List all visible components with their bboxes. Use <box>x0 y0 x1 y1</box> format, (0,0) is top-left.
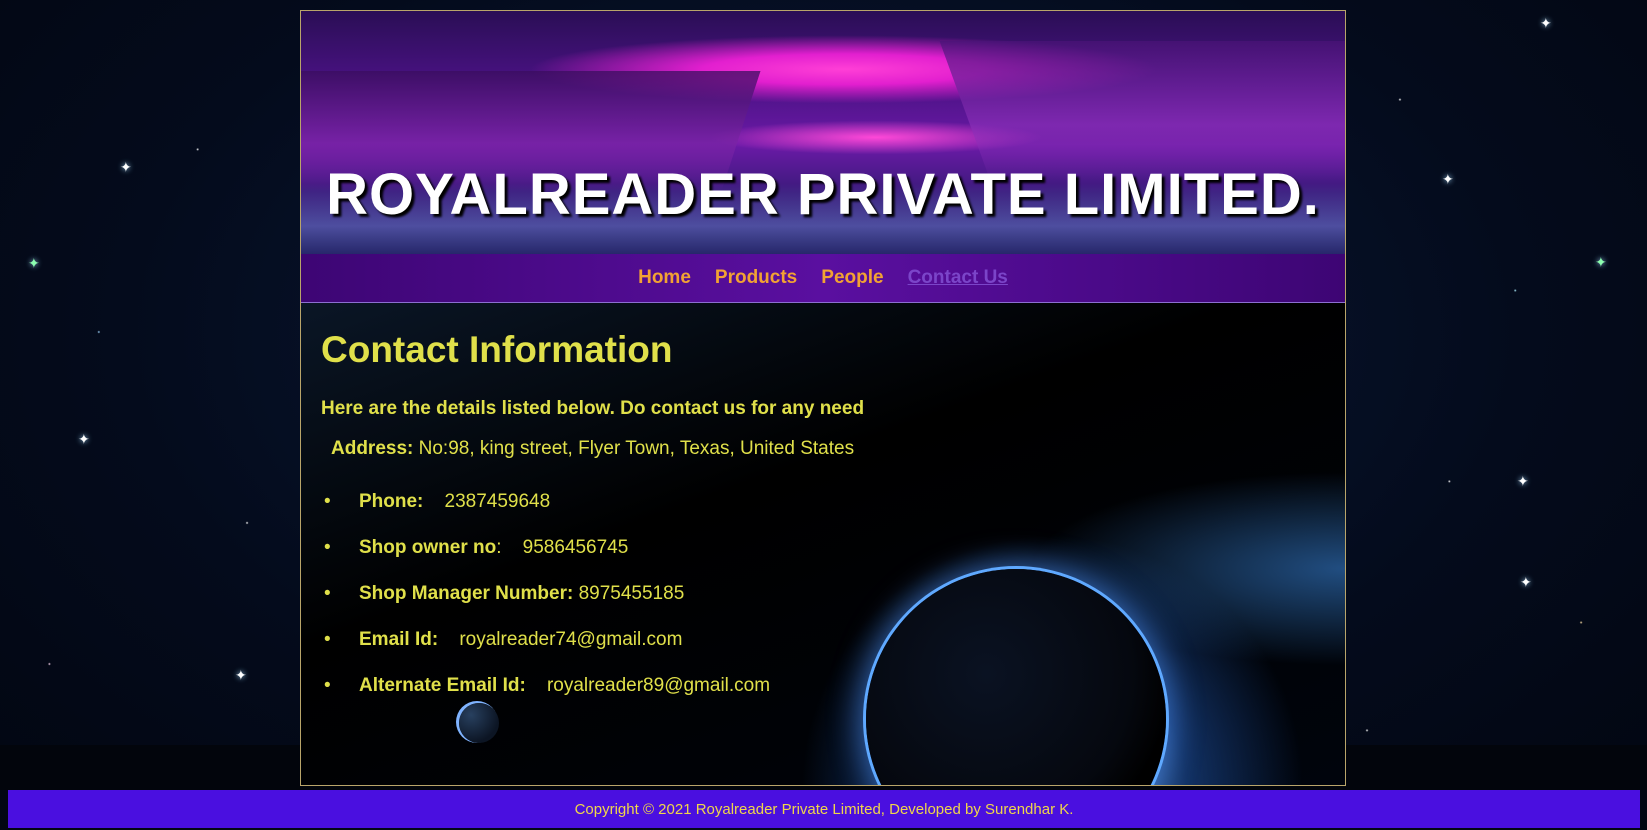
detail-label: Shop Manager Number: <box>359 583 574 604</box>
contact-details-list: • Phone: 2387459648 • Shop owner no: 958… <box>321 490 1325 720</box>
list-item: • Phone: 2387459648 <box>321 490 1325 536</box>
intro-text: Here are the details listed below. Do co… <box>321 398 865 419</box>
nav-products-link[interactable]: Products <box>715 267 797 289</box>
page-footer: Copyright © 2021 Royalreader Private Lim… <box>8 790 1640 828</box>
banner-cliff <box>939 41 1345 181</box>
sparkle-icon: ✦ <box>28 255 40 271</box>
manager-phone-value: 8975455185 <box>578 583 685 604</box>
address-line: Address: No:98, king street, Flyer Town,… <box>331 438 1325 460</box>
page-container: ROYALREADER PRIVATE LIMITED. Home Produc… <box>300 10 1346 786</box>
page-title: Contact Information <box>321 329 673 370</box>
bullet: • <box>324 491 331 512</box>
main-nav: Home Products People Contact Us <box>301 254 1345 303</box>
bullet: • <box>324 583 331 604</box>
sparkle-icon: ✦ <box>1517 473 1529 489</box>
list-item: • Shop Manager Number: 8975455185 <box>321 582 1325 628</box>
nav-home-link[interactable]: Home <box>638 267 691 289</box>
sparkle-icon: ✦ <box>1595 254 1607 270</box>
phone-value: 2387459648 <box>444 491 551 512</box>
sparkle-icon: ✦ <box>1540 15 1552 31</box>
nav-people-link[interactable]: People <box>821 267 883 289</box>
bullet: • <box>324 537 331 558</box>
detail-label: Phone: <box>359 491 424 512</box>
sparkle-icon: ✦ <box>1520 574 1532 590</box>
detail-separator: : <box>496 537 502 558</box>
bullet: • <box>324 675 331 696</box>
sparkle-icon: ✦ <box>78 431 90 447</box>
copyright-text: Copyright © 2021 Royalreader Private Lim… <box>574 800 1074 818</box>
list-item: • Alternate Email Id: royalreader89@gmai… <box>321 674 1325 720</box>
sparkle-icon: ✦ <box>120 159 132 175</box>
list-item: • Email Id: royalreader74@gmail.com <box>321 628 1325 674</box>
email-value: royalreader74@gmail.com <box>459 629 683 650</box>
nav-contact-link[interactable]: Contact Us <box>908 267 1008 289</box>
site-title: ROYALREADER PRIVATE LIMITED. <box>326 162 1320 227</box>
contact-section: Contact Information Here are the details… <box>301 303 1345 785</box>
sparkle-icon: ✦ <box>1442 171 1454 187</box>
list-item: • Shop owner no: 9586456745 <box>321 536 1325 582</box>
header-banner: ROYALREADER PRIVATE LIMITED. <box>301 11 1345 254</box>
address-value: No:98, king street, Flyer Town, Texas, U… <box>413 438 855 459</box>
detail-label: Alternate Email Id: <box>359 675 526 696</box>
sparkle-icon: ✦ <box>235 667 247 683</box>
detail-label: Shop owner no <box>359 537 497 558</box>
detail-label: Email Id: <box>359 629 439 650</box>
bullet: • <box>324 629 331 650</box>
owner-phone-value: 9586456745 <box>522 537 629 558</box>
alternate-email-value: royalreader89@gmail.com <box>546 675 771 696</box>
address-label: Address: <box>331 438 414 459</box>
